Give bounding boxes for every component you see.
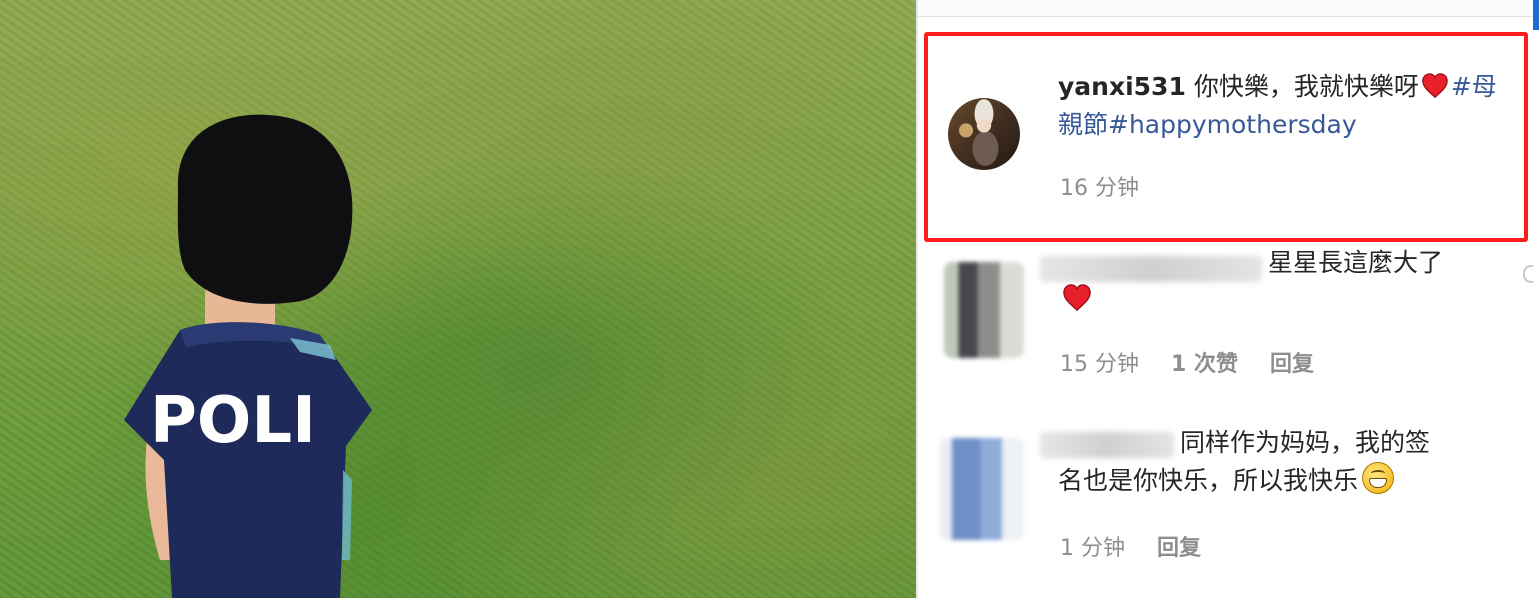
comment-text: 你快樂，我就快樂呀: [1193, 72, 1419, 101]
reply-button[interactable]: 回复: [1270, 346, 1314, 378]
comment-username[interactable]: yanxi531: [1058, 72, 1186, 101]
comment-text: 名也是你快乐，所以我快乐: [1058, 466, 1359, 495]
comment-meta: 1 分钟 回复: [1060, 530, 1201, 562]
reply-button[interactable]: 回复: [1157, 530, 1201, 562]
shirt-text: POLI: [150, 384, 316, 458]
avatar[interactable]: [940, 438, 1024, 540]
hashtag-link[interactable]: 親節: [1058, 110, 1108, 139]
avatar[interactable]: [948, 98, 1020, 170]
post-photo: POLI: [0, 0, 916, 598]
comment-text-line2: 名也是你快乐，所以我快乐: [1058, 462, 1395, 500]
child-illustration: POLI: [39, 31, 887, 598]
scrollbar-thumb[interactable]: [1533, 0, 1539, 30]
panel-divider: [916, 0, 918, 598]
comment-username-blurred[interactable]: [1040, 256, 1262, 282]
comment-username-blurred[interactable]: [1040, 432, 1174, 458]
comment-time[interactable]: 1 分钟: [1060, 530, 1125, 562]
heart-icon: [1422, 73, 1448, 99]
comment-main: yanxi531 你快樂，我就快樂呀 #母 親節#happymothersday: [1058, 68, 1528, 144]
heart-icon: [1063, 284, 1091, 312]
comment-time[interactable]: 15 分钟: [1060, 346, 1139, 378]
like-heart-icon[interactable]: [1523, 265, 1533, 283]
top-strip: [918, 0, 1539, 17]
comment-meta: 15 分钟 1 次赞 回复: [1060, 346, 1314, 378]
comment-time[interactable]: 16 分钟: [1060, 170, 1139, 202]
comment-meta: 16 分钟: [1060, 170, 1139, 202]
like-count[interactable]: 1 次赞: [1171, 346, 1238, 378]
hashtag-link[interactable]: #母: [1451, 72, 1497, 101]
comment-text: 同样作为妈妈，我的签: [1180, 428, 1431, 457]
hashtag-link[interactable]: #happymothersday: [1108, 110, 1357, 139]
avatar[interactable]: [944, 262, 1024, 358]
comment-text: 星星長這麼大了: [1268, 248, 1444, 277]
grin-emoji-icon: [1362, 462, 1395, 494]
